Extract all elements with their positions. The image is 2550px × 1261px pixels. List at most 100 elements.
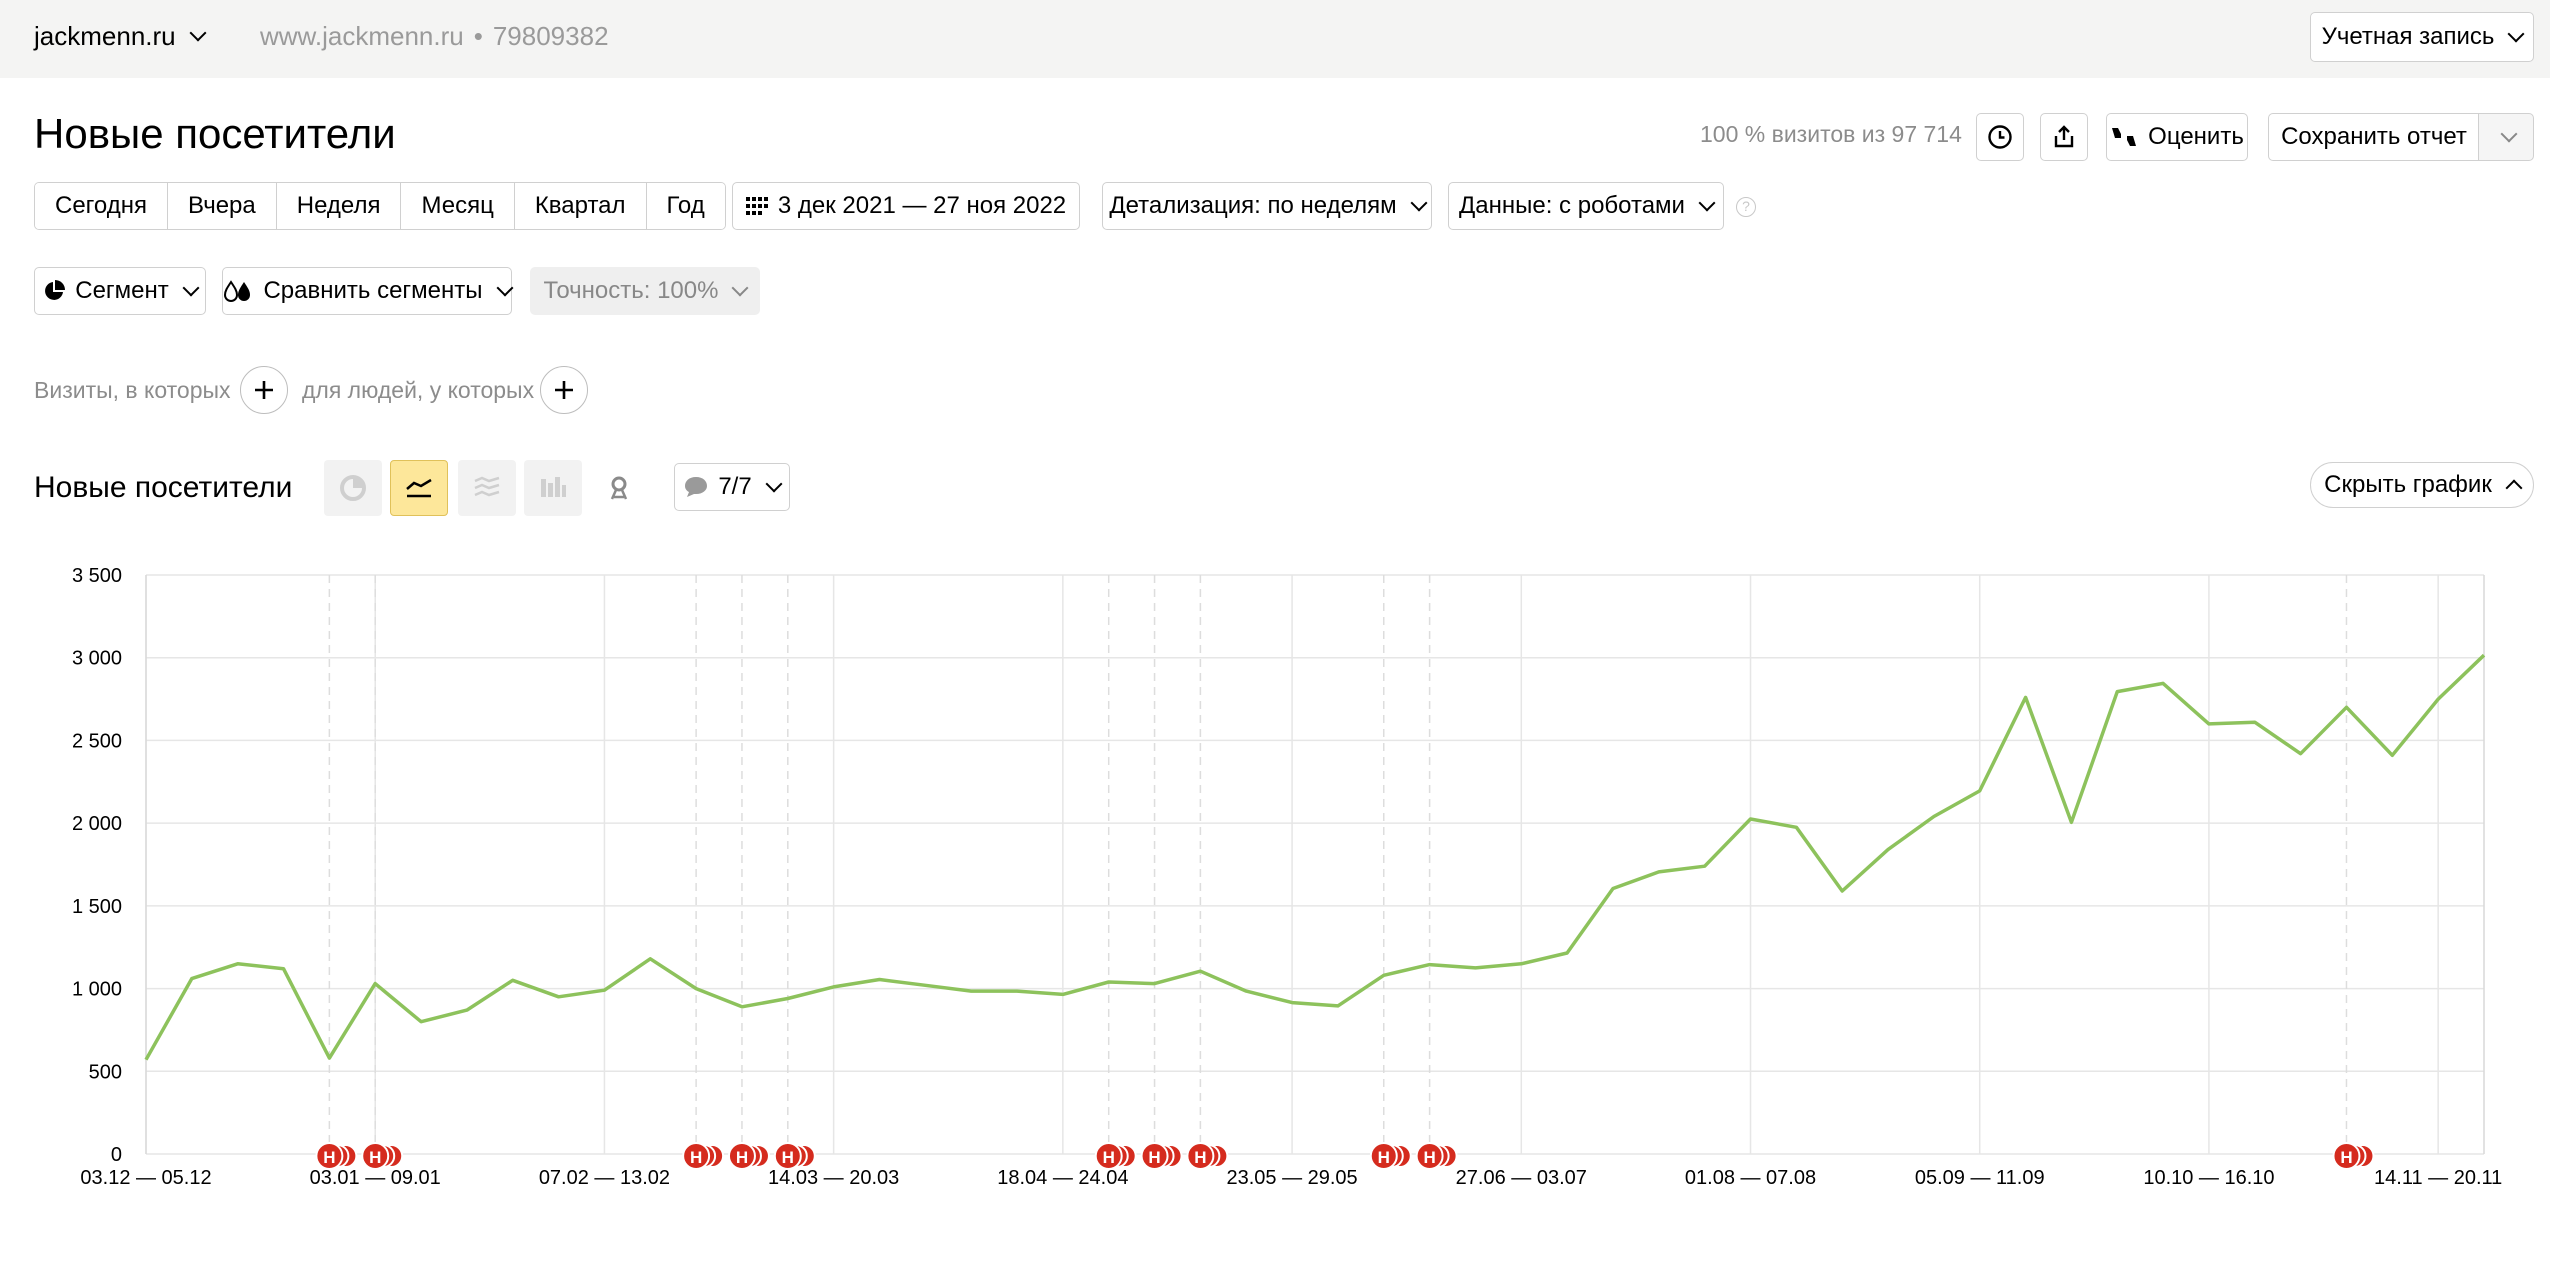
- data-point[interactable]: [1604, 879, 1622, 897]
- add-visits-filter-button[interactable]: [240, 366, 288, 414]
- data-point[interactable]: [1650, 863, 1668, 881]
- help-icon[interactable]: ?: [1736, 197, 1756, 217]
- date-range-button[interactable]: 3 дек 2021 — 27 ноя 2022: [732, 182, 1080, 230]
- data-point[interactable]: [2292, 745, 2310, 763]
- chart-type-pie[interactable]: [324, 460, 382, 516]
- annotation-marker-icon[interactable]: Н: [1186, 1142, 1229, 1170]
- data-point[interactable]: [733, 998, 751, 1016]
- data-point[interactable]: [275, 960, 293, 978]
- data-point[interactable]: [1558, 944, 1576, 962]
- period-today[interactable]: Сегодня: [35, 183, 168, 229]
- data-point[interactable]: [550, 988, 568, 1006]
- data-dropdown[interactable]: Данные: с роботами: [1448, 182, 1724, 230]
- period-quarter[interactable]: Квартал: [514, 183, 647, 229]
- annotation-marker-icon[interactable]: Н: [361, 1142, 404, 1170]
- data-point[interactable]: [1100, 973, 1118, 991]
- data-point[interactable]: [1787, 818, 1805, 836]
- annotation-marker-icon[interactable]: Н: [682, 1142, 725, 1170]
- detail-dropdown[interactable]: Детализация: по неделям: [1102, 182, 1432, 230]
- data-point[interactable]: [1237, 982, 1255, 1000]
- data-point[interactable]: [1054, 985, 1072, 1003]
- data-point[interactable]: [916, 976, 934, 994]
- accuracy-dropdown[interactable]: Точность: 100%: [530, 267, 760, 315]
- data-point[interactable]: [825, 978, 843, 996]
- data-point[interactable]: [229, 955, 247, 973]
- annotation-marker-icon[interactable]: Н: [315, 1142, 358, 1170]
- series-line[interactable]: [144, 653, 2486, 1061]
- data-point[interactable]: [687, 980, 705, 998]
- data-point[interactable]: [1512, 955, 1530, 973]
- annotation-marker-icon[interactable]: Н: [1094, 1142, 1137, 1170]
- annotation-marker-label: Н: [1194, 1148, 1206, 1167]
- data-point[interactable]: [2062, 813, 2080, 831]
- annotation-marker-icon[interactable]: Н: [1140, 1142, 1183, 1170]
- data-point[interactable]: [1191, 962, 1209, 980]
- data-point[interactable]: [504, 971, 522, 989]
- period-month[interactable]: Месяц: [401, 183, 515, 229]
- period-yesterday[interactable]: Вчера: [167, 183, 277, 229]
- data-point[interactable]: [1146, 975, 1164, 993]
- data-point[interactable]: [595, 981, 613, 999]
- period-year[interactable]: Год: [646, 183, 725, 229]
- site-selector[interactable]: jackmenn.ru: [34, 16, 207, 56]
- chevron-down-icon: [1410, 194, 1428, 212]
- y-tick-label: 3 500: [72, 565, 122, 587]
- data-point[interactable]: [137, 1051, 155, 1069]
- site-url[interactable]: www.jackmenn.ru: [260, 21, 464, 51]
- data-point[interactable]: [2337, 698, 2355, 716]
- data-point[interactable]: [1833, 882, 1851, 900]
- data-point[interactable]: [2154, 674, 2172, 692]
- chart-type-bar[interactable]: [524, 460, 582, 516]
- data-point[interactable]: [1925, 808, 1943, 826]
- data-point[interactable]: [2200, 715, 2218, 733]
- data-point[interactable]: [779, 989, 797, 1007]
- clock-icon: [1988, 125, 2012, 149]
- annotation-marker-icon[interactable]: Н: [1415, 1142, 1458, 1170]
- save-report-menu-button[interactable]: [2478, 113, 2534, 161]
- data-point[interactable]: [1421, 956, 1439, 974]
- data-point[interactable]: [2246, 713, 2264, 731]
- data-point[interactable]: [1008, 982, 1026, 1000]
- data-point[interactable]: [1329, 997, 1347, 1015]
- compare-segments-button[interactable]: Сравнить сегменты: [222, 267, 514, 315]
- period-week[interactable]: Неделя: [276, 183, 402, 229]
- annotation-marker-icon[interactable]: Н: [1369, 1142, 1412, 1170]
- save-report-label: Сохранить отчет: [2281, 123, 2467, 150]
- hide-chart-button[interactable]: Скрыть график: [2310, 462, 2534, 508]
- x-tick-label: 05.09 — 11.09: [1915, 1167, 2045, 1189]
- chart-type-area[interactable]: [458, 460, 516, 516]
- data-point[interactable]: [870, 970, 888, 988]
- add-people-filter-button[interactable]: [540, 366, 588, 414]
- data-point[interactable]: [1375, 966, 1393, 984]
- annotations-dropdown[interactable]: 7/7: [674, 463, 790, 511]
- data-point[interactable]: [1971, 782, 1989, 800]
- annotation-marker-icon[interactable]: Н: [2332, 1142, 2375, 1170]
- annotation-marker-icon[interactable]: Н: [727, 1142, 770, 1170]
- account-button[interactable]: Учетная запись: [2310, 12, 2534, 62]
- data-point[interactable]: [1466, 959, 1484, 977]
- data-point[interactable]: [320, 1049, 338, 1067]
- chart-type-map[interactable]: [590, 460, 648, 516]
- data-point[interactable]: [2475, 646, 2493, 664]
- data-point[interactable]: [366, 975, 384, 993]
- data-point[interactable]: [183, 970, 201, 988]
- chart-type-line[interactable]: [390, 460, 448, 516]
- data-point[interactable]: [2383, 746, 2401, 764]
- rate-button[interactable]: Оценить: [2106, 113, 2248, 161]
- data-point[interactable]: [1879, 841, 1897, 859]
- data-point[interactable]: [641, 950, 659, 968]
- history-button[interactable]: [1976, 113, 2024, 161]
- data-point[interactable]: [1742, 810, 1760, 828]
- export-button[interactable]: [2040, 113, 2088, 161]
- data-point[interactable]: [412, 1013, 430, 1031]
- annotation-marker-icon[interactable]: Н: [773, 1142, 816, 1170]
- segment-button[interactable]: Сегмент: [34, 267, 206, 315]
- data-point[interactable]: [2429, 690, 2447, 708]
- save-report-button[interactable]: Сохранить отчет: [2268, 113, 2480, 161]
- data-point[interactable]: [458, 1001, 476, 1019]
- data-point[interactable]: [2017, 688, 2035, 706]
- data-point[interactable]: [962, 982, 980, 1000]
- data-point[interactable]: [1283, 994, 1301, 1012]
- data-point[interactable]: [2108, 683, 2126, 701]
- data-point[interactable]: [1696, 857, 1714, 875]
